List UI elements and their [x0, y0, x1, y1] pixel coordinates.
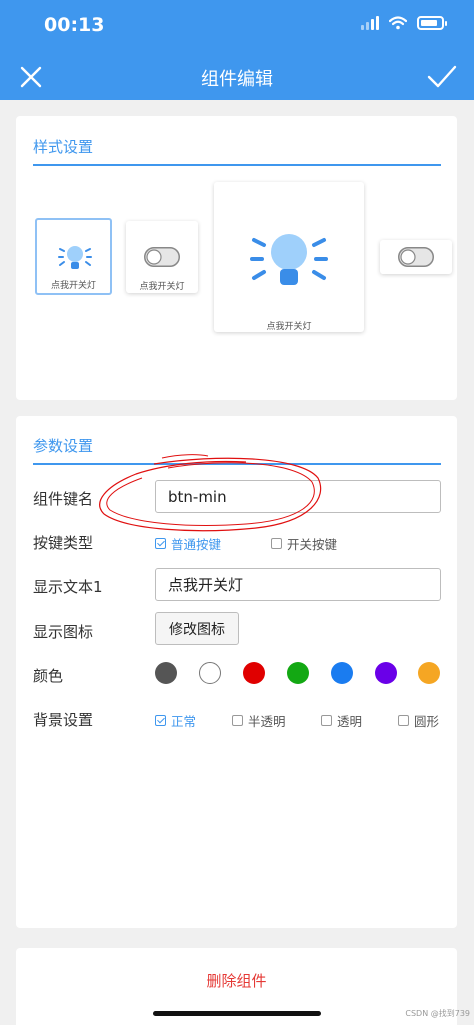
key-type-option-toggle[interactable]: 开关按键: [271, 534, 337, 553]
background-option-normal[interactable]: 正常: [155, 711, 196, 730]
app-header: 00:13 组件编辑: [0, 0, 474, 100]
checkbox: [398, 715, 409, 726]
key-name-input[interactable]: [155, 480, 441, 513]
option-label: 普通按键: [171, 537, 222, 552]
display-text-label: 显示文本1: [33, 578, 103, 596]
style-tile-switch-plain[interactable]: [380, 240, 452, 274]
background-label: 背景设置: [33, 711, 94, 729]
display-icon-label: 显示图标: [33, 623, 94, 641]
style-tile-switch[interactable]: 点我开关灯: [126, 221, 198, 293]
status-time: 00:13: [44, 14, 105, 36]
cellular-signal-icon: [361, 16, 379, 30]
color-label: 颜色: [33, 667, 64, 685]
toggle-switch-icon: [398, 247, 434, 267]
color-swatch[interactable]: [418, 662, 440, 684]
watermark: CSDN @找到739: [405, 1009, 470, 1018]
color-swatch[interactable]: [287, 662, 309, 684]
checkbox-checked: [155, 538, 166, 549]
background-option-transparent[interactable]: 透明: [321, 711, 362, 730]
option-label: 透明: [337, 714, 363, 729]
style-section-divider: [33, 164, 441, 166]
background-option-round[interactable]: 圆形: [398, 711, 439, 730]
checkbox-checked: [155, 715, 166, 726]
option-label: 正常: [171, 714, 197, 729]
wifi-icon: [389, 16, 407, 30]
param-section-divider: [33, 463, 441, 465]
checkbox: [232, 715, 243, 726]
confirm-check-icon[interactable]: [426, 62, 458, 92]
style-tile-label: 点我开关灯: [50, 281, 96, 291]
color-swatch[interactable]: [155, 662, 177, 684]
page-title: 组件编辑: [201, 69, 273, 90]
key-type-label: 按键类型: [33, 534, 94, 552]
background-option-semi-transparent[interactable]: 半透明: [232, 711, 286, 730]
option-label: 圆形: [414, 714, 440, 729]
color-swatch[interactable]: [331, 662, 353, 684]
option-label: 半透明: [248, 714, 286, 729]
style-tile-bulb-large[interactable]: 点我开关灯: [214, 182, 364, 332]
param-section-title: 参数设置: [33, 437, 94, 455]
checkbox: [271, 538, 282, 549]
lightbulb-icon: [250, 234, 328, 285]
battery-icon: [417, 16, 447, 30]
style-tile-label: 点我开关灯: [139, 282, 185, 292]
lightbulb-icon: [58, 246, 92, 269]
param-settings-card: 参数设置 组件键名 按键类型 普通按键 开关按键 显示文本1 显示图标 修改图标…: [16, 416, 457, 928]
status-icons: [361, 16, 447, 30]
color-swatch[interactable]: [375, 662, 397, 684]
style-tile-bulb[interactable]: 点我开关灯: [35, 218, 112, 295]
display-text-input[interactable]: [155, 568, 441, 601]
toggle-switch-icon: [144, 247, 180, 267]
key-type-option-normal[interactable]: 普通按键: [155, 534, 221, 553]
key-name-label: 组件键名: [33, 490, 94, 508]
color-swatch[interactable]: [199, 662, 221, 684]
style-settings-card: 样式设置 点我开关灯 点我开关灯 点我开关灯: [16, 116, 457, 400]
delete-component-button[interactable]: 删除组件: [16, 970, 457, 991]
option-label: 开关按键: [287, 537, 338, 552]
style-section-title: 样式设置: [33, 138, 94, 156]
checkbox: [321, 715, 332, 726]
style-tile-label: 点我开关灯: [266, 322, 312, 332]
color-swatch[interactable]: [243, 662, 265, 684]
change-icon-button[interactable]: 修改图标: [155, 612, 239, 645]
home-indicator: [153, 1011, 321, 1016]
